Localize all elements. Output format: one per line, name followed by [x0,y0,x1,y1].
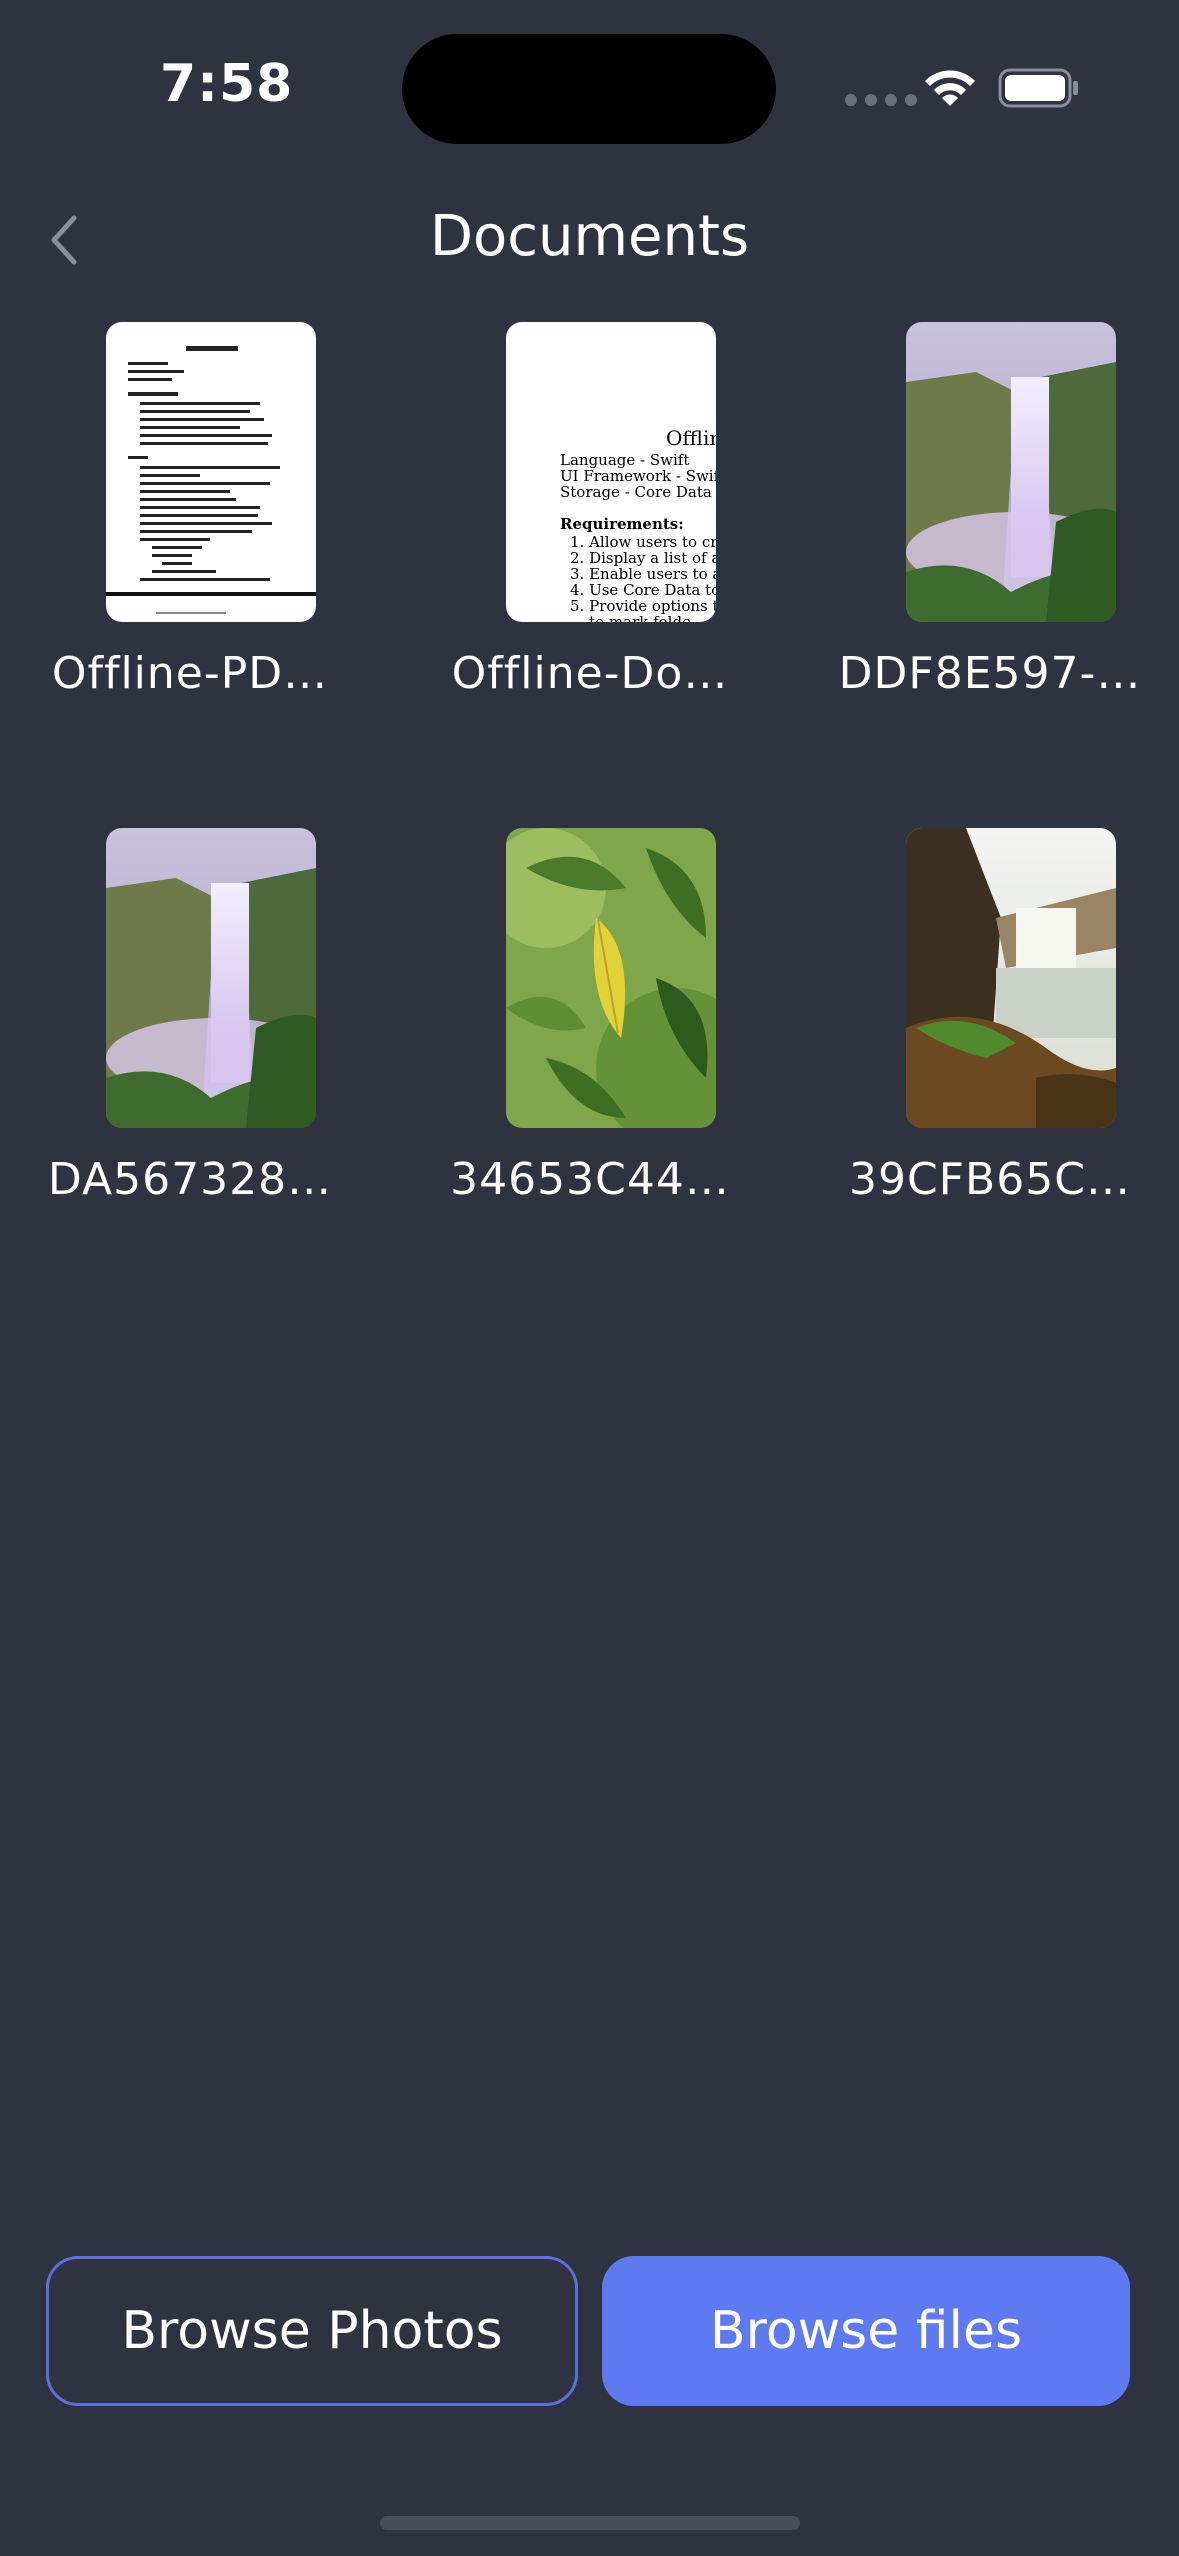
file-name: DA567328… [47,1154,333,1205]
dynamic-island [402,34,776,144]
waterfall-image-thumbnail [106,828,316,1128]
status-time: 7:58 [160,54,294,114]
file-name: 34653C44… [450,1154,730,1205]
leaf-image-thumbnail [506,828,716,1128]
home-indicator[interactable] [380,2516,800,2530]
file-name: 39CFB65C… [849,1154,1131,1205]
pdf-thumbnail [106,322,316,622]
waterfall-image-thumbnail [906,322,1116,622]
file-name: Offline-PD… [51,648,329,699]
browse-files-button[interactable]: Browse files [602,2256,1130,2406]
browse-photos-button[interactable]: Browse Photos [46,2256,578,2406]
cellular-signal-icon [845,94,917,106]
doc-thumbnail: Offlin Language - Swift UI Framework - S… [506,322,716,622]
page-title: Documents [429,204,750,269]
battery-icon [998,68,1078,108]
file-name: Offline-Do… [451,648,729,699]
file-name: DDF8E597-… [838,648,1142,699]
waterfall-rocks-image-thumbnail [906,828,1116,1128]
wifi-icon [925,70,975,106]
